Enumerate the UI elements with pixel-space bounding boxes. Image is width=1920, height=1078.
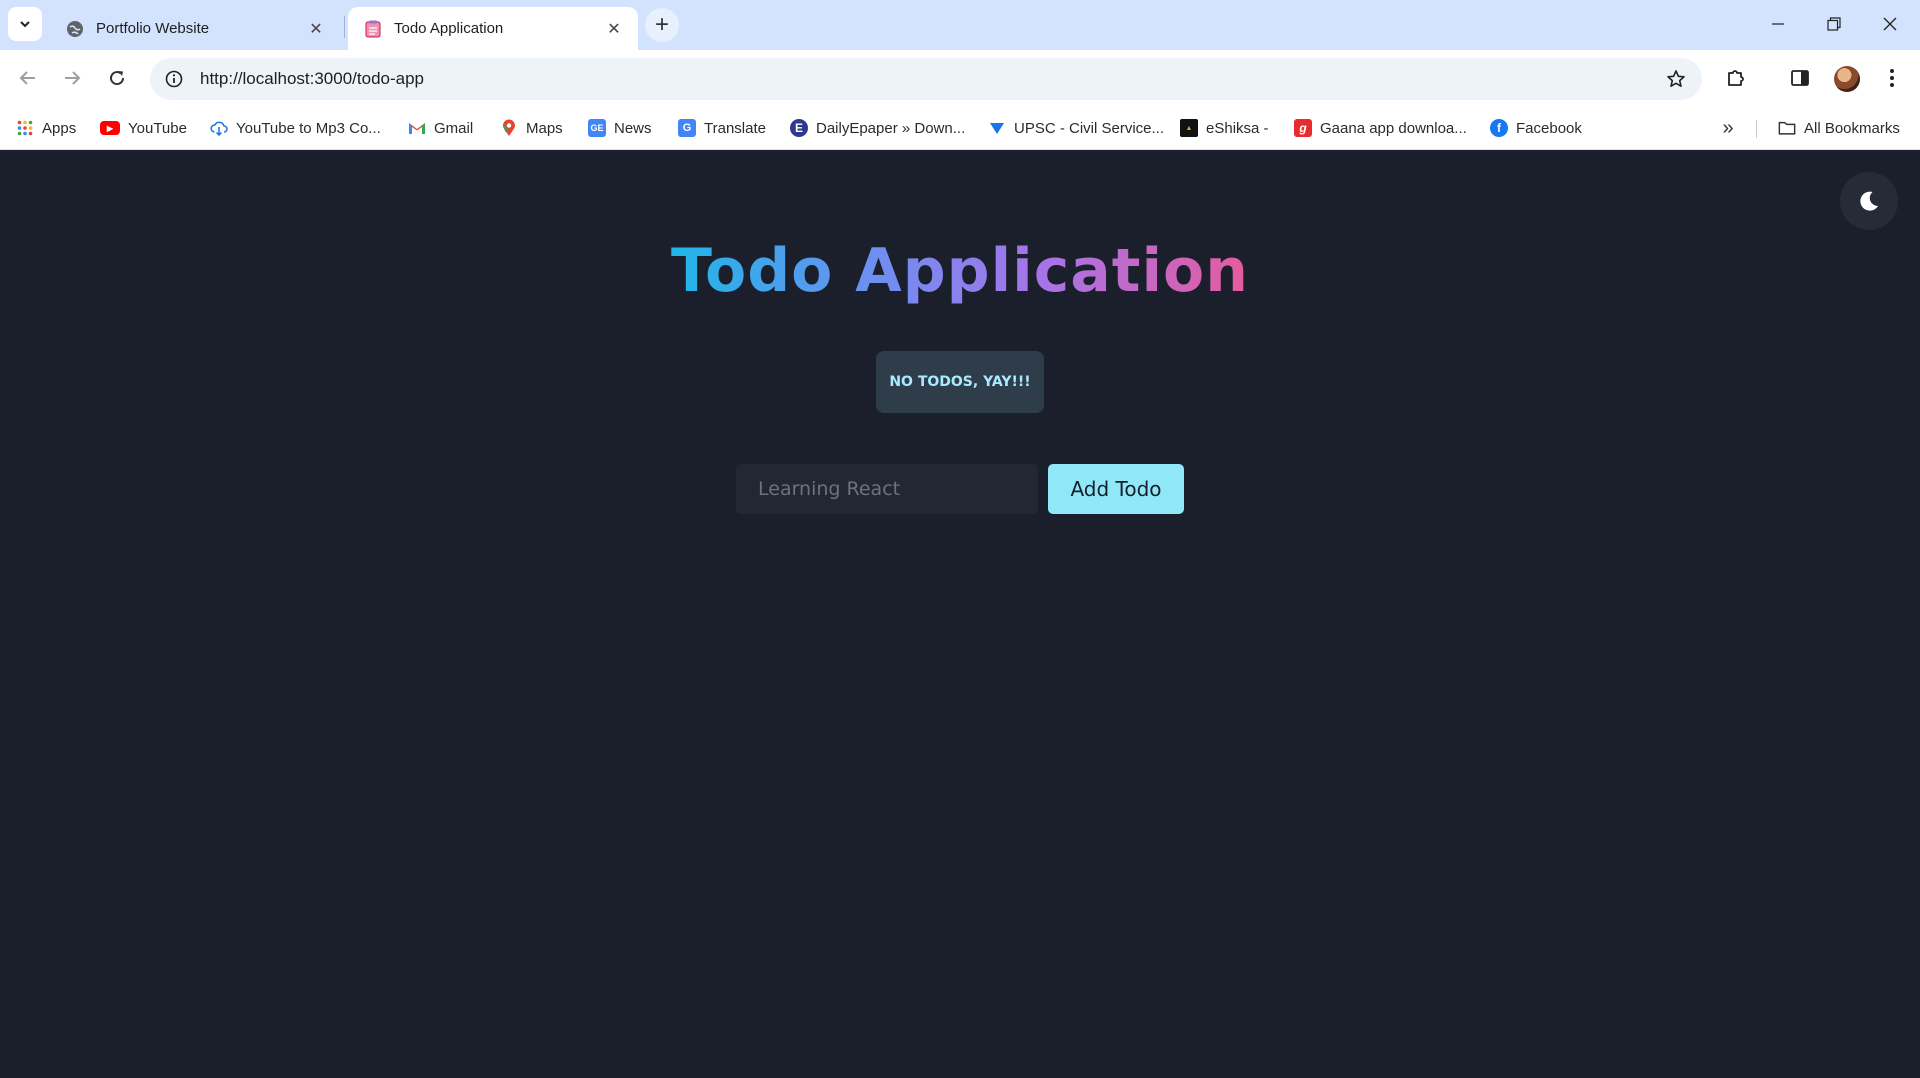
arrow-left-icon <box>19 71 35 85</box>
tab-todo-application[interactable]: Todo Application ✕ <box>348 7 638 50</box>
e-circle-icon: E <box>790 119 808 137</box>
bookmark-label: YouTube to Mp3 Co... <box>236 119 381 137</box>
close-window-button[interactable] <box>1862 0 1918 48</box>
side-panel-button[interactable] <box>1782 60 1818 96</box>
bookmark-youtube[interactable]: ▶ YouTube <box>100 116 187 140</box>
reload-icon <box>110 71 125 86</box>
bookmark-translate[interactable]: G Translate <box>678 116 766 140</box>
facebook-icon: f <box>1490 119 1508 137</box>
bookmark-eshiksa[interactable]: ▲ eShiksa - <box>1180 116 1269 140</box>
bookmarks-bar: Apps ▶ YouTube YouTube to Mp3 Co... Gmai… <box>0 106 1920 150</box>
kebab-menu-icon <box>1890 69 1894 87</box>
bookmark-label: Translate <box>704 119 766 137</box>
theme-toggle-button[interactable] <box>1840 172 1898 230</box>
more-bookmarks-chevron-icon[interactable]: » <box>1716 116 1740 140</box>
eshiksa-icon: ▲ <box>1180 119 1198 137</box>
extensions-button[interactable] <box>1718 60 1754 96</box>
todo-input[interactable] <box>736 464 1038 514</box>
url-text[interactable]: http://localhost:3000/todo-app <box>200 69 1658 89</box>
bookmark-facebook[interactable]: f Facebook <box>1490 116 1582 140</box>
tab-search-button[interactable] <box>8 7 42 41</box>
minimize-button[interactable] <box>1750 0 1806 48</box>
forward-button[interactable] <box>54 60 90 96</box>
tab-portfolio-website[interactable]: Portfolio Website ✕ <box>50 7 340 50</box>
news-icon: GE <box>588 119 606 137</box>
maps-pin-icon <box>500 119 518 137</box>
arrow-right-icon <box>65 71 81 85</box>
upsc-icon <box>988 119 1006 137</box>
bookmark-label: eShiksa - <box>1206 119 1269 137</box>
bookmark-gaana[interactable]: g Gaana app downloa... <box>1294 116 1467 140</box>
side-panel-icon <box>1791 70 1809 86</box>
download-cloud-icon <box>210 119 228 137</box>
close-icon <box>1883 17 1897 31</box>
address-bar[interactable]: http://localhost:3000/todo-app <box>150 58 1702 100</box>
empty-state-badge: NO TODOS, YAY!!! <box>876 351 1044 413</box>
gmail-icon <box>408 119 426 137</box>
bookmark-dailyepaper[interactable]: E DailyEpaper » Down... <box>790 116 965 140</box>
bookmark-maps[interactable]: Maps <box>500 116 563 140</box>
bookmark-upsc[interactable]: UPSC - Civil Service... <box>988 116 1164 140</box>
tab-strip: Portfolio Website ✕ Todo Application ✕ + <box>0 0 1920 50</box>
add-todo-button[interactable]: Add Todo <box>1048 464 1184 514</box>
translate-icon: G <box>678 119 696 137</box>
back-button[interactable] <box>10 60 46 96</box>
puzzle-icon <box>1728 70 1744 86</box>
bookmark-label: Facebook <box>1516 119 1582 137</box>
youtube-icon: ▶ <box>100 121 120 135</box>
close-icon[interactable]: ✕ <box>306 19 326 39</box>
tab-title: Todo Application <box>394 20 504 37</box>
bookmarks-divider <box>1756 120 1757 138</box>
apps-grid-icon <box>16 119 34 137</box>
page-title: Todo Application <box>0 236 1920 306</box>
all-bookmarks-label: All Bookmarks <box>1804 119 1900 137</box>
gaana-icon: g <box>1294 119 1312 137</box>
moon-icon <box>1860 191 1878 211</box>
bookmark-star-icon[interactable] <box>1658 61 1694 97</box>
bookmark-youtube-mp3[interactable]: YouTube to Mp3 Co... <box>210 116 381 140</box>
page-title-text: Todo Application <box>671 236 1249 306</box>
new-tab-button[interactable]: + <box>645 8 679 42</box>
site-info-icon[interactable] <box>162 67 186 91</box>
bookmark-label: News <box>614 119 652 137</box>
bookmark-label: Maps <box>526 119 563 137</box>
close-icon[interactable]: ✕ <box>604 19 624 39</box>
bookmark-label: DailyEpaper » Down... <box>816 119 966 137</box>
tab-title: Portfolio Website <box>96 20 210 37</box>
globe-icon <box>66 20 84 38</box>
browser-toolbar: http://localhost:3000/todo-app <box>0 50 1920 106</box>
reload-button[interactable] <box>99 60 135 96</box>
bookmark-news[interactable]: GE News <box>588 116 652 140</box>
restore-button[interactable] <box>1806 0 1862 48</box>
todo-app: Todo Application NO TODOS, YAY!!! Add To… <box>0 151 1920 1078</box>
bookmark-gmail[interactable]: Gmail <box>408 116 473 140</box>
tab-divider <box>344 16 345 38</box>
bookmark-label: UPSC - Civil Service... <box>1014 119 1165 137</box>
notepad-icon <box>364 20 382 38</box>
browser-menu-button[interactable] <box>1874 60 1910 96</box>
bookmark-apps[interactable]: Apps <box>16 116 76 140</box>
bookmark-label: YouTube <box>128 119 187 137</box>
bookmark-label: Gaana app downloa... <box>1320 119 1467 137</box>
chevron-down-icon <box>20 21 30 28</box>
minimize-icon <box>1772 23 1784 25</box>
profile-avatar[interactable] <box>1834 66 1860 92</box>
folder-icon <box>1778 119 1796 137</box>
bookmark-label: Apps <box>42 119 77 137</box>
bookmark-label: Gmail <box>434 119 474 137</box>
plus-icon: + <box>654 11 669 38</box>
restore-icon <box>1827 17 1841 31</box>
all-bookmarks-button[interactable]: All Bookmarks <box>1778 116 1900 140</box>
